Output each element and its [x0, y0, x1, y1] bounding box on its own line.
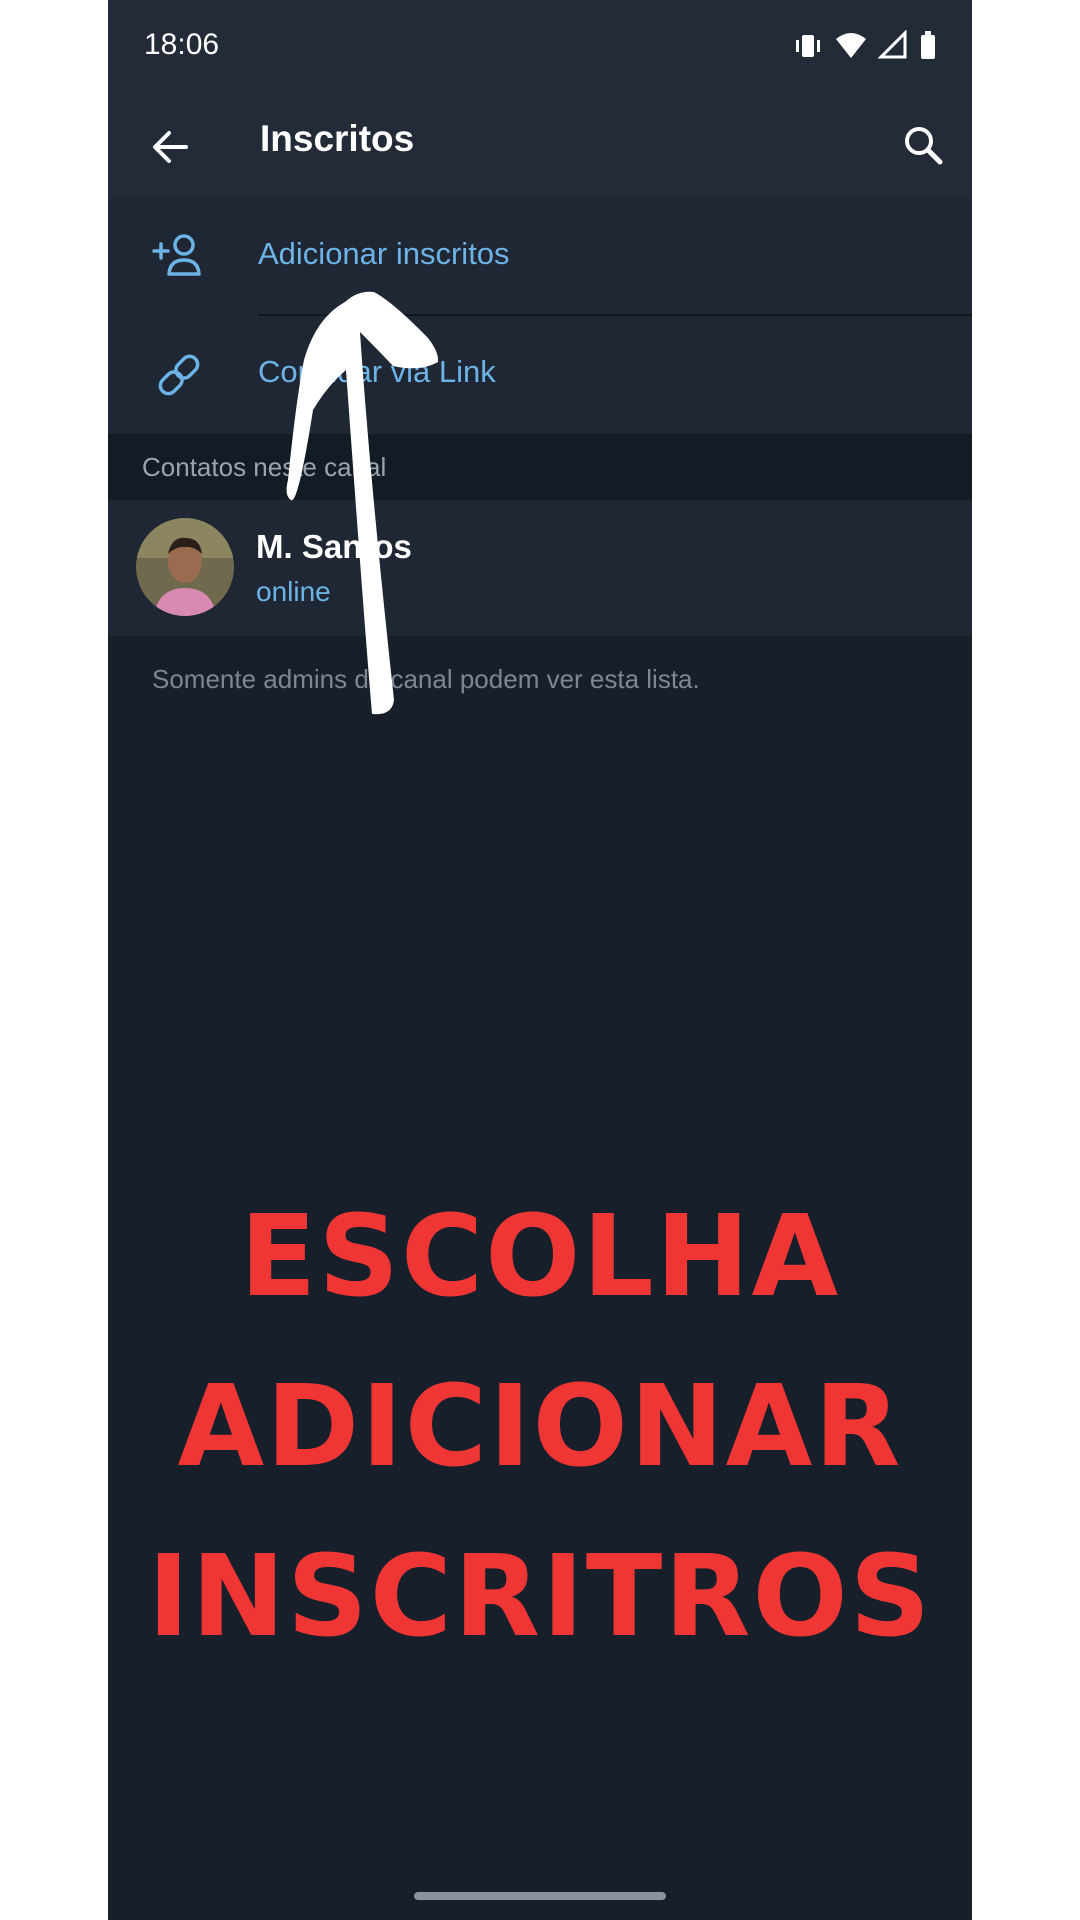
search-icon	[905, 127, 943, 165]
caption-line-1: ESCOLHA	[239, 1192, 841, 1322]
invite-link-label: Convidar via Link	[258, 354, 496, 389]
status-time: 18:06	[144, 28, 220, 61]
invite-link-button[interactable]: Convidar via Link	[108, 316, 972, 434]
contact-row[interactable]: M. Santos online	[108, 500, 972, 636]
signal-icon	[878, 30, 907, 59]
search-button[interactable]	[896, 118, 952, 174]
avatar-image	[136, 518, 234, 616]
battery-icon	[921, 31, 935, 59]
phone-screen: 18:06 Inscritos Adicionar inscritos Conv…	[108, 0, 972, 1920]
avatar	[136, 518, 234, 616]
wifi-icon	[836, 33, 866, 58]
contact-status: online	[256, 576, 331, 607]
contact-name: M. Santos	[256, 528, 412, 565]
actions-list: Adicionar inscritos Convidar via Link	[108, 198, 972, 434]
status-bar: 18:06	[108, 0, 972, 96]
home-indicator[interactable]	[414, 1892, 666, 1900]
link-icon	[158, 354, 200, 396]
back-button[interactable]	[144, 120, 198, 174]
section-title: Contatos neste canal	[142, 452, 387, 482]
section-header: Contatos neste canal	[108, 434, 972, 500]
add-user-icon	[152, 234, 201, 276]
add-subscribers-button[interactable]: Adicionar inscritos	[108, 198, 972, 316]
toolbar: Inscritos	[108, 96, 972, 198]
caption-line-3: INSCRITROS	[147, 1532, 933, 1662]
vibrate-icon	[796, 35, 820, 57]
add-subscribers-label: Adicionar inscritos	[258, 236, 510, 271]
page-title: Inscritos	[260, 118, 415, 159]
arrow-left-icon	[153, 131, 188, 163]
annotation-caption: ESCOLHA ADICIONAR INSCRITROS	[108, 1172, 972, 1682]
caption-line-2: ADICIONAR	[177, 1362, 903, 1492]
footer-note: Somente admins do canal podem ver esta l…	[152, 664, 700, 694]
